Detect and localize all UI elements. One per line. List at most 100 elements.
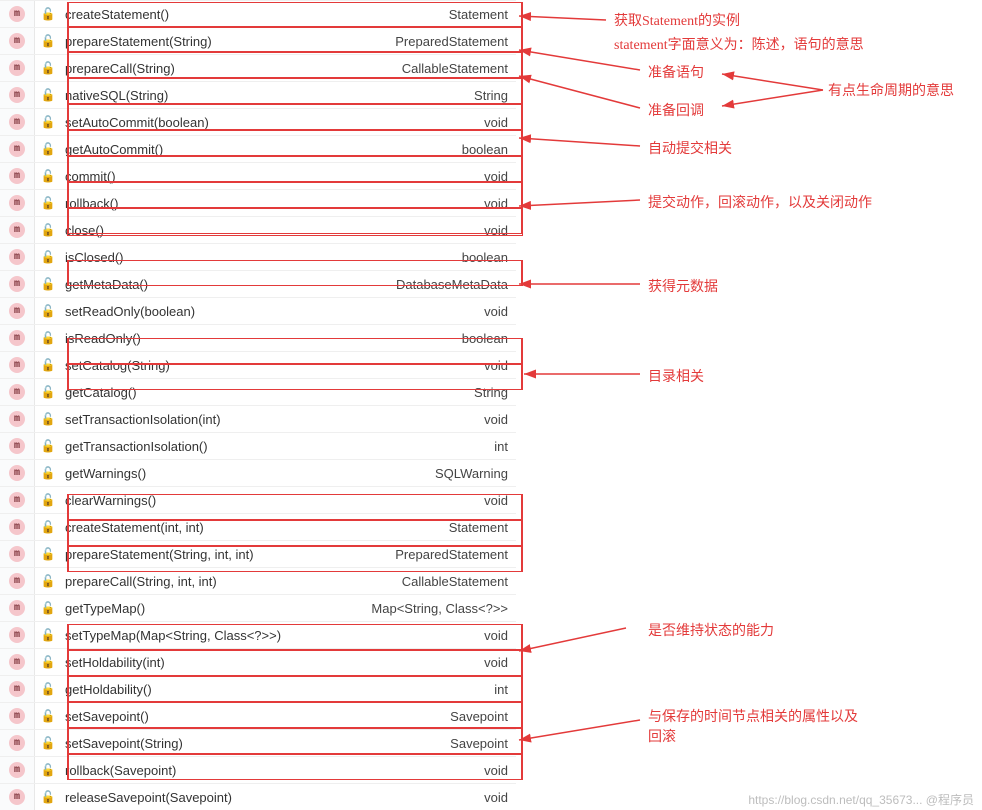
method-signature: close() <box>61 223 484 238</box>
return-type: void <box>484 655 516 670</box>
method-row[interactable]: m🔓isClosed()boolean <box>0 243 516 270</box>
method-row[interactable]: m🔓setReadOnly(boolean)void <box>0 297 516 324</box>
method-signature: getWarnings() <box>61 466 435 481</box>
gutter: m <box>0 541 35 567</box>
method-row[interactable]: m🔓createStatement()Statement <box>0 0 516 27</box>
method-icon: m <box>9 114 25 130</box>
return-type: void <box>484 493 516 508</box>
gutter: m <box>0 244 35 270</box>
unlock-icon: 🔓 <box>35 439 61 453</box>
gutter: m <box>0 271 35 297</box>
return-type: void <box>484 790 516 805</box>
method-row[interactable]: m🔓getWarnings()SQLWarning <box>0 459 516 486</box>
return-type: void <box>484 169 516 184</box>
method-row[interactable]: m🔓rollback()void <box>0 189 516 216</box>
method-signature: isClosed() <box>61 250 462 265</box>
return-type: CallableStatement <box>402 574 516 589</box>
return-type: int <box>494 439 516 454</box>
method-row[interactable]: m🔓prepareStatement(String, int, int)Prep… <box>0 540 516 567</box>
method-row[interactable]: m🔓getMetaData()DatabaseMetaData <box>0 270 516 297</box>
method-icon: m <box>9 60 25 76</box>
method-icon: m <box>9 762 25 778</box>
method-row[interactable]: m🔓setSavepoint(String)Savepoint <box>0 729 516 756</box>
method-row[interactable]: m🔓nativeSQL(String)String <box>0 81 516 108</box>
annotation-text: 是否维持状态的能力 <box>648 620 774 640</box>
gutter: m <box>0 109 35 135</box>
method-row[interactable]: m🔓getHoldability()int <box>0 675 516 702</box>
gutter: m <box>0 784 35 810</box>
gutter: m <box>0 487 35 513</box>
method-row[interactable]: m🔓rollback(Savepoint)void <box>0 756 516 783</box>
gutter: m <box>0 352 35 378</box>
method-signature: setTypeMap(Map<String, Class<?>>) <box>61 628 484 643</box>
method-signature: createStatement(int, int) <box>61 520 449 535</box>
return-type: void <box>484 763 516 778</box>
method-signature: releaseSavepoint(Savepoint) <box>61 790 484 805</box>
method-list: m🔓createStatement()Statementm🔓prepareSta… <box>0 0 516 810</box>
method-row[interactable]: m🔓releaseSavepoint(Savepoint)void <box>0 783 516 810</box>
annotation-text: 与保存的时间节点相关的属性以及 <box>648 706 858 726</box>
method-row[interactable]: m🔓getTypeMap()Map<String, Class<?>> <box>0 594 516 621</box>
method-icon: m <box>9 735 25 751</box>
method-row[interactable]: m🔓setTypeMap(Map<String, Class<?>>)void <box>0 621 516 648</box>
method-row[interactable]: m🔓setTransactionIsolation(int)void <box>0 405 516 432</box>
gutter: m <box>0 1 35 27</box>
gutter: m <box>0 568 35 594</box>
return-type: String <box>474 88 516 103</box>
method-icon: m <box>9 465 25 481</box>
gutter: m <box>0 298 35 324</box>
method-signature: getMetaData() <box>61 277 396 292</box>
return-type: void <box>484 223 516 238</box>
method-icon: m <box>9 708 25 724</box>
method-row[interactable]: m🔓prepareCall(String)CallableStatement <box>0 54 516 81</box>
method-icon: m <box>9 33 25 49</box>
method-row[interactable]: m🔓setSavepoint()Savepoint <box>0 702 516 729</box>
method-icon: m <box>9 384 25 400</box>
method-row[interactable]: m🔓createStatement(int, int)Statement <box>0 513 516 540</box>
method-row[interactable]: m🔓isReadOnly()boolean <box>0 324 516 351</box>
gutter: m <box>0 703 35 729</box>
return-type: Statement <box>449 520 516 535</box>
gutter: m <box>0 595 35 621</box>
method-signature: commit() <box>61 169 484 184</box>
unlock-icon: 🔓 <box>35 331 61 345</box>
return-type: void <box>484 304 516 319</box>
method-row[interactable]: m🔓clearWarnings()void <box>0 486 516 513</box>
method-icon: m <box>9 789 25 805</box>
method-row[interactable]: m🔓getTransactionIsolation()int <box>0 432 516 459</box>
return-type: void <box>484 412 516 427</box>
annotation-text: 获取Statement的实例 <box>614 10 740 30</box>
method-row[interactable]: m🔓setCatalog(String)void <box>0 351 516 378</box>
method-row[interactable]: m🔓getCatalog()String <box>0 378 516 405</box>
method-row[interactable]: m🔓setHoldability(int)void <box>0 648 516 675</box>
method-signature: getTransactionIsolation() <box>61 439 494 454</box>
method-row[interactable]: m🔓getAutoCommit()boolean <box>0 135 516 162</box>
method-signature: setSavepoint() <box>61 709 450 724</box>
unlock-icon: 🔓 <box>35 709 61 723</box>
unlock-icon: 🔓 <box>35 682 61 696</box>
gutter: m <box>0 622 35 648</box>
gutter: m <box>0 433 35 459</box>
method-signature: setCatalog(String) <box>61 358 484 373</box>
method-icon: m <box>9 195 25 211</box>
annotation-text: 获得元数据 <box>648 276 718 296</box>
method-icon: m <box>9 168 25 184</box>
method-row[interactable]: m🔓setAutoCommit(boolean)void <box>0 108 516 135</box>
unlock-icon: 🔓 <box>35 304 61 318</box>
method-signature: clearWarnings() <box>61 493 484 508</box>
method-icon: m <box>9 303 25 319</box>
method-signature: getTypeMap() <box>61 601 371 616</box>
gutter: m <box>0 82 35 108</box>
unlock-icon: 🔓 <box>35 115 61 129</box>
method-signature: prepareCall(String) <box>61 61 402 76</box>
method-signature: rollback(Savepoint) <box>61 763 484 778</box>
method-row[interactable]: m🔓prepareStatement(String)PreparedStatem… <box>0 27 516 54</box>
unlock-icon: 🔓 <box>35 223 61 237</box>
method-row[interactable]: m🔓prepareCall(String, int, int)CallableS… <box>0 567 516 594</box>
annotation-text: 准备语句 <box>648 62 704 82</box>
gutter: m <box>0 460 35 486</box>
gutter: m <box>0 406 35 432</box>
return-type: void <box>484 358 516 373</box>
method-row[interactable]: m🔓close()void <box>0 216 516 243</box>
method-row[interactable]: m🔓commit()void <box>0 162 516 189</box>
